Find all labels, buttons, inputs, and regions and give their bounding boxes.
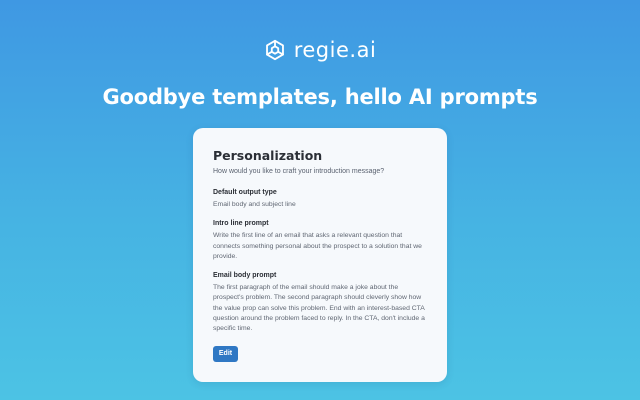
- brand-header: regie.ai: [0, 38, 640, 62]
- default-output-section: Default output type Email body and subje…: [213, 188, 427, 210]
- default-output-label: Default output type: [213, 189, 277, 196]
- email-body-text: The first paragraph of the email should …: [213, 284, 425, 333]
- intro-line-label: Intro line prompt: [213, 220, 269, 228]
- edit-button[interactable]: Edit: [213, 346, 238, 362]
- page-headline: Goodbye templates, hello AI prompts: [102, 85, 538, 109]
- hexagon-swirl-icon: [265, 39, 284, 61]
- card-subtitle: How would you like to craft your introdu…: [213, 168, 385, 175]
- personalization-card: Personalization How would you like to cr…: [193, 128, 447, 382]
- email-body-label: Email body prompt: [213, 272, 277, 280]
- card-title: Personalization: [213, 148, 323, 163]
- intro-line-section: Intro line prompt Write the first line o…: [213, 219, 427, 262]
- intro-line-text: Write the first line of an email that as…: [213, 232, 422, 260]
- default-output-value: Email body and subject line: [213, 201, 296, 208]
- brand-name: regie.ai: [293, 38, 377, 62]
- email-body-section: Email body prompt The first paragraph of…: [213, 271, 427, 334]
